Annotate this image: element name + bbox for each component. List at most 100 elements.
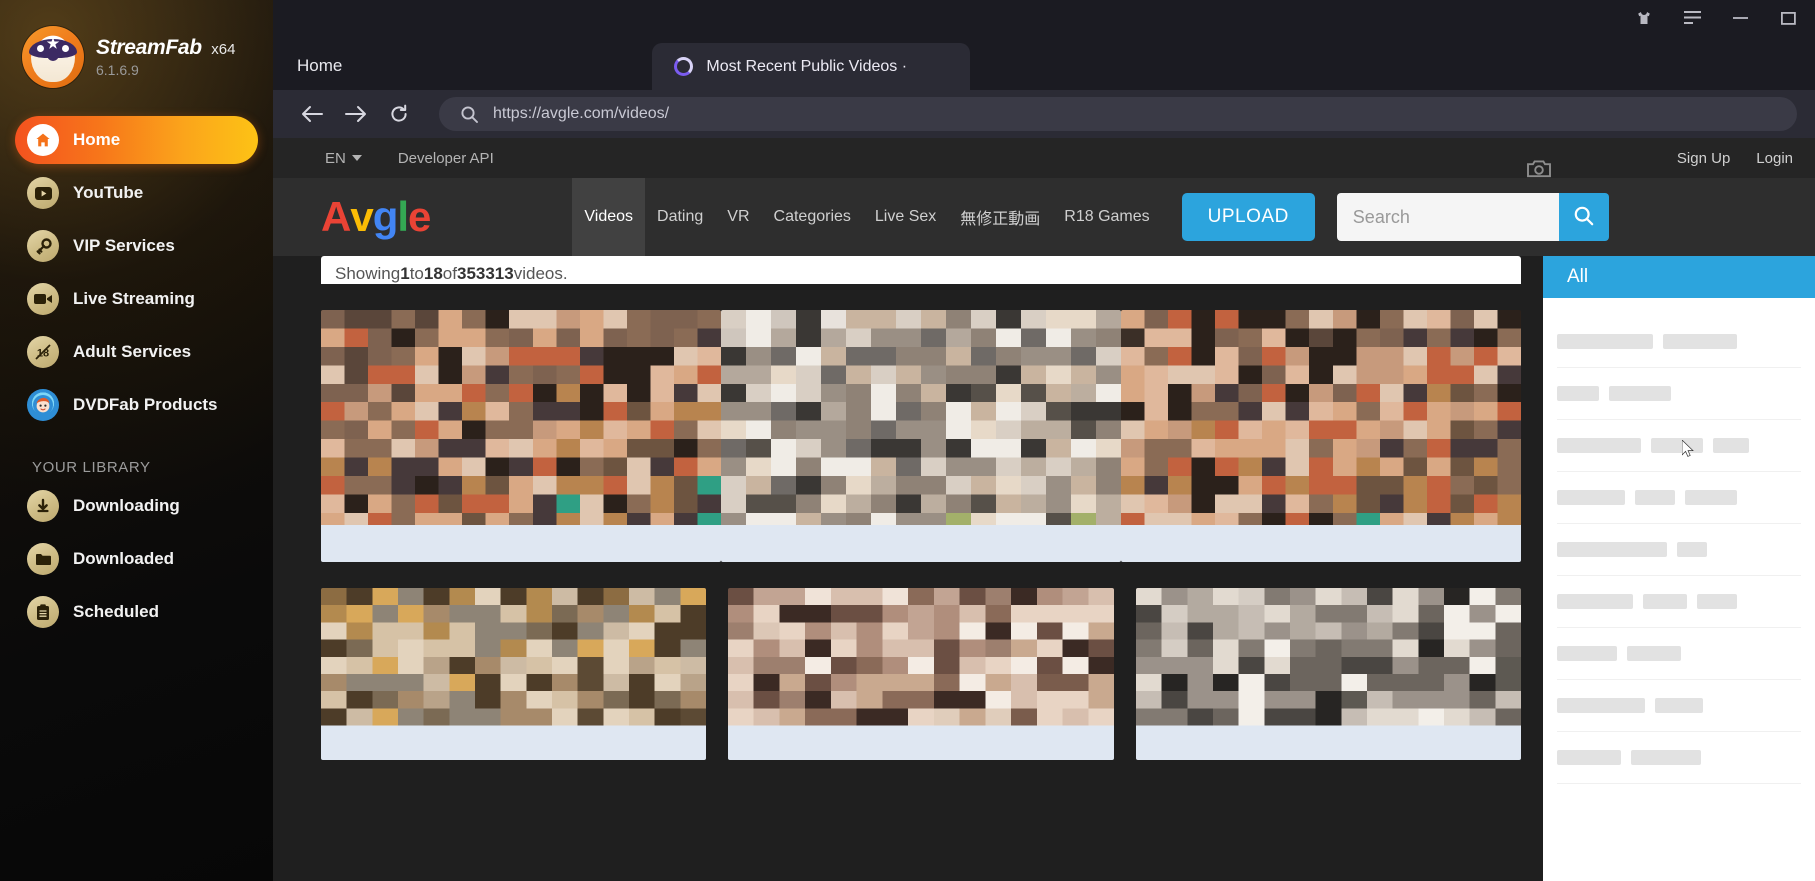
youtube-icon	[27, 177, 59, 209]
site-nav-categories[interactable]: Categories	[762, 178, 863, 256]
logo-letter: e	[408, 193, 431, 240]
search-input[interactable]	[1336, 193, 1559, 241]
login-link[interactable]: Login	[1756, 150, 1793, 167]
page-content: Showing 1 to 18 of 353313 videos. All	[273, 256, 1815, 881]
sidebar-item-scheduled[interactable]: Scheduled	[15, 588, 258, 636]
avgle-logo[interactable]: Avgle	[321, 193, 431, 240]
window-titlebar	[273, 0, 1815, 36]
browser-tabstrip: Home Most Recent Public Videos ·	[273, 36, 1815, 90]
list-item[interactable]	[1557, 680, 1801, 732]
video-camera-icon	[27, 283, 59, 315]
sloth-face-logo-icon	[22, 26, 84, 88]
home-tab[interactable]: Home	[297, 56, 342, 90]
site-nav-videos[interactable]: Videos	[572, 178, 646, 256]
site-nav-dating[interactable]: Dating	[645, 178, 715, 256]
streamfab-app-window: StreamFab x64 6.1.6.9 Home YouTube VIP S…	[0, 0, 1815, 881]
skin-icon[interactable]	[1631, 7, 1657, 29]
sidebar-item-label: DVDFab Products	[73, 395, 218, 414]
sidebar-item-downloaded[interactable]: Downloaded	[15, 535, 258, 583]
home-icon	[27, 124, 59, 156]
dvdfab-mascot-icon	[27, 389, 59, 421]
sidebar-item-label: Adult Services	[73, 342, 192, 361]
list-item[interactable]	[1557, 524, 1801, 576]
site-topbar: EN Developer API Sign Up Login	[273, 138, 1815, 178]
logo-letter: A	[321, 193, 351, 240]
language-label: EN	[325, 149, 346, 167]
sign-up-link[interactable]: Sign Up	[1677, 150, 1730, 167]
search-button[interactable]	[1558, 193, 1609, 241]
search-icon	[1574, 206, 1594, 229]
developer-api-link[interactable]: Developer API	[398, 150, 494, 167]
showing-of: of	[442, 264, 457, 283]
site-nav: Videos Dating VR Categories Live Sex 無修正…	[572, 160, 1609, 256]
video-thumbnail[interactable]	[1135, 588, 1521, 760]
sidebar-item-label: YouTube	[73, 183, 144, 202]
language-selector[interactable]: EN	[325, 150, 362, 167]
results-count-text: Showing 1 to 18 of 353313 videos.	[321, 256, 1521, 284]
sidebar-item-live-streaming[interactable]: Live Streaming	[15, 275, 258, 323]
list-item[interactable]	[1557, 316, 1801, 368]
sidebar-item-label: Live Streaming	[73, 289, 195, 308]
download-arrow-icon	[27, 490, 59, 522]
arrow-left-icon[interactable]	[301, 105, 323, 123]
tab-title: Most Recent Public Videos ·	[706, 57, 908, 75]
sidebar-item-youtube[interactable]: YouTube	[15, 169, 258, 217]
list-item[interactable]	[1557, 732, 1801, 784]
sidebar-item-label: Downloading	[73, 496, 180, 515]
video-grid-row	[321, 310, 1521, 562]
browser-navbar: https://avgle.com/videos/	[273, 90, 1815, 138]
site-nav-uncensored[interactable]: 無修正動画	[948, 178, 1052, 256]
video-thumbnail[interactable]	[721, 310, 1121, 562]
list-item[interactable]	[1557, 628, 1801, 680]
arrow-right-icon[interactable]	[345, 105, 367, 123]
list-item[interactable]	[1557, 420, 1801, 472]
logo-letter: g	[372, 193, 399, 240]
sidebar-item-dvdfab-products[interactable]: DVDFab Products	[15, 381, 258, 429]
address-bar-url: https://avgle.com/videos/	[493, 105, 670, 122]
filter-all-tab[interactable]: All	[1543, 256, 1815, 298]
site-nav-r18-games[interactable]: R18 Games	[1052, 178, 1161, 256]
site-nav-vr[interactable]: VR	[715, 178, 761, 256]
sidebar-item-downloading[interactable]: Downloading	[15, 482, 258, 530]
browser-tab-active[interactable]: Most Recent Public Videos ·	[652, 43, 971, 90]
site-search	[1336, 160, 1609, 241]
list-item[interactable]	[1557, 472, 1801, 524]
sidebar-item-home[interactable]: Home	[15, 116, 258, 164]
logo-letter: l	[397, 193, 409, 240]
showing-from: 1	[400, 264, 410, 283]
reload-icon[interactable]	[389, 104, 409, 124]
video-thumbnail[interactable]	[1121, 310, 1521, 562]
site-nav-live-sex[interactable]: Live Sex	[863, 178, 948, 256]
app-version: 6.1.6.9	[96, 62, 139, 78]
filter-list	[1543, 298, 1815, 881]
search-icon	[461, 105, 478, 123]
upload-button[interactable]: UPLOAD	[1181, 193, 1315, 241]
sidebar-item-label: Downloaded	[73, 549, 175, 568]
clipboard-icon	[27, 596, 59, 628]
camera-icon[interactable]	[1526, 159, 1551, 183]
video-thumbnail[interactable]	[728, 588, 1114, 760]
list-item[interactable]	[1557, 576, 1801, 628]
list-item[interactable]	[1557, 368, 1801, 420]
address-bar[interactable]: https://avgle.com/videos/	[439, 97, 1797, 131]
eighteen-plus-icon: 18	[27, 336, 59, 368]
maximize-icon[interactable]	[1775, 7, 1801, 29]
sidebar-item-label: Home	[73, 130, 121, 149]
minimize-icon[interactable]	[1727, 7, 1753, 29]
menu-icon[interactable]	[1679, 7, 1705, 29]
sidebar-item-label: VIP Services	[73, 236, 175, 255]
video-thumbnail[interactable]	[321, 588, 707, 760]
video-thumbnail[interactable]	[321, 310, 721, 562]
sidebar-item-adult-services[interactable]: 18 Adult Services	[15, 328, 258, 376]
brand-text: StreamFab x64 6.1.6.9	[96, 36, 235, 78]
logo-letter: v	[350, 193, 373, 240]
showing-to: 18	[423, 264, 443, 283]
sidebar-item-vip-services[interactable]: VIP Services	[15, 222, 258, 270]
sidebar-item-label: Scheduled	[73, 602, 159, 621]
loading-spinner-icon	[674, 57, 694, 76]
showing-suffix: videos.	[513, 264, 568, 283]
browser-pane: Home Most Recent Public Videos · https:/…	[273, 0, 1815, 881]
sidebar-filter-column: All	[1543, 256, 1815, 881]
library-section-label: YOUR LIBRARY	[32, 459, 151, 476]
showing-prefix: Showing	[335, 264, 401, 283]
